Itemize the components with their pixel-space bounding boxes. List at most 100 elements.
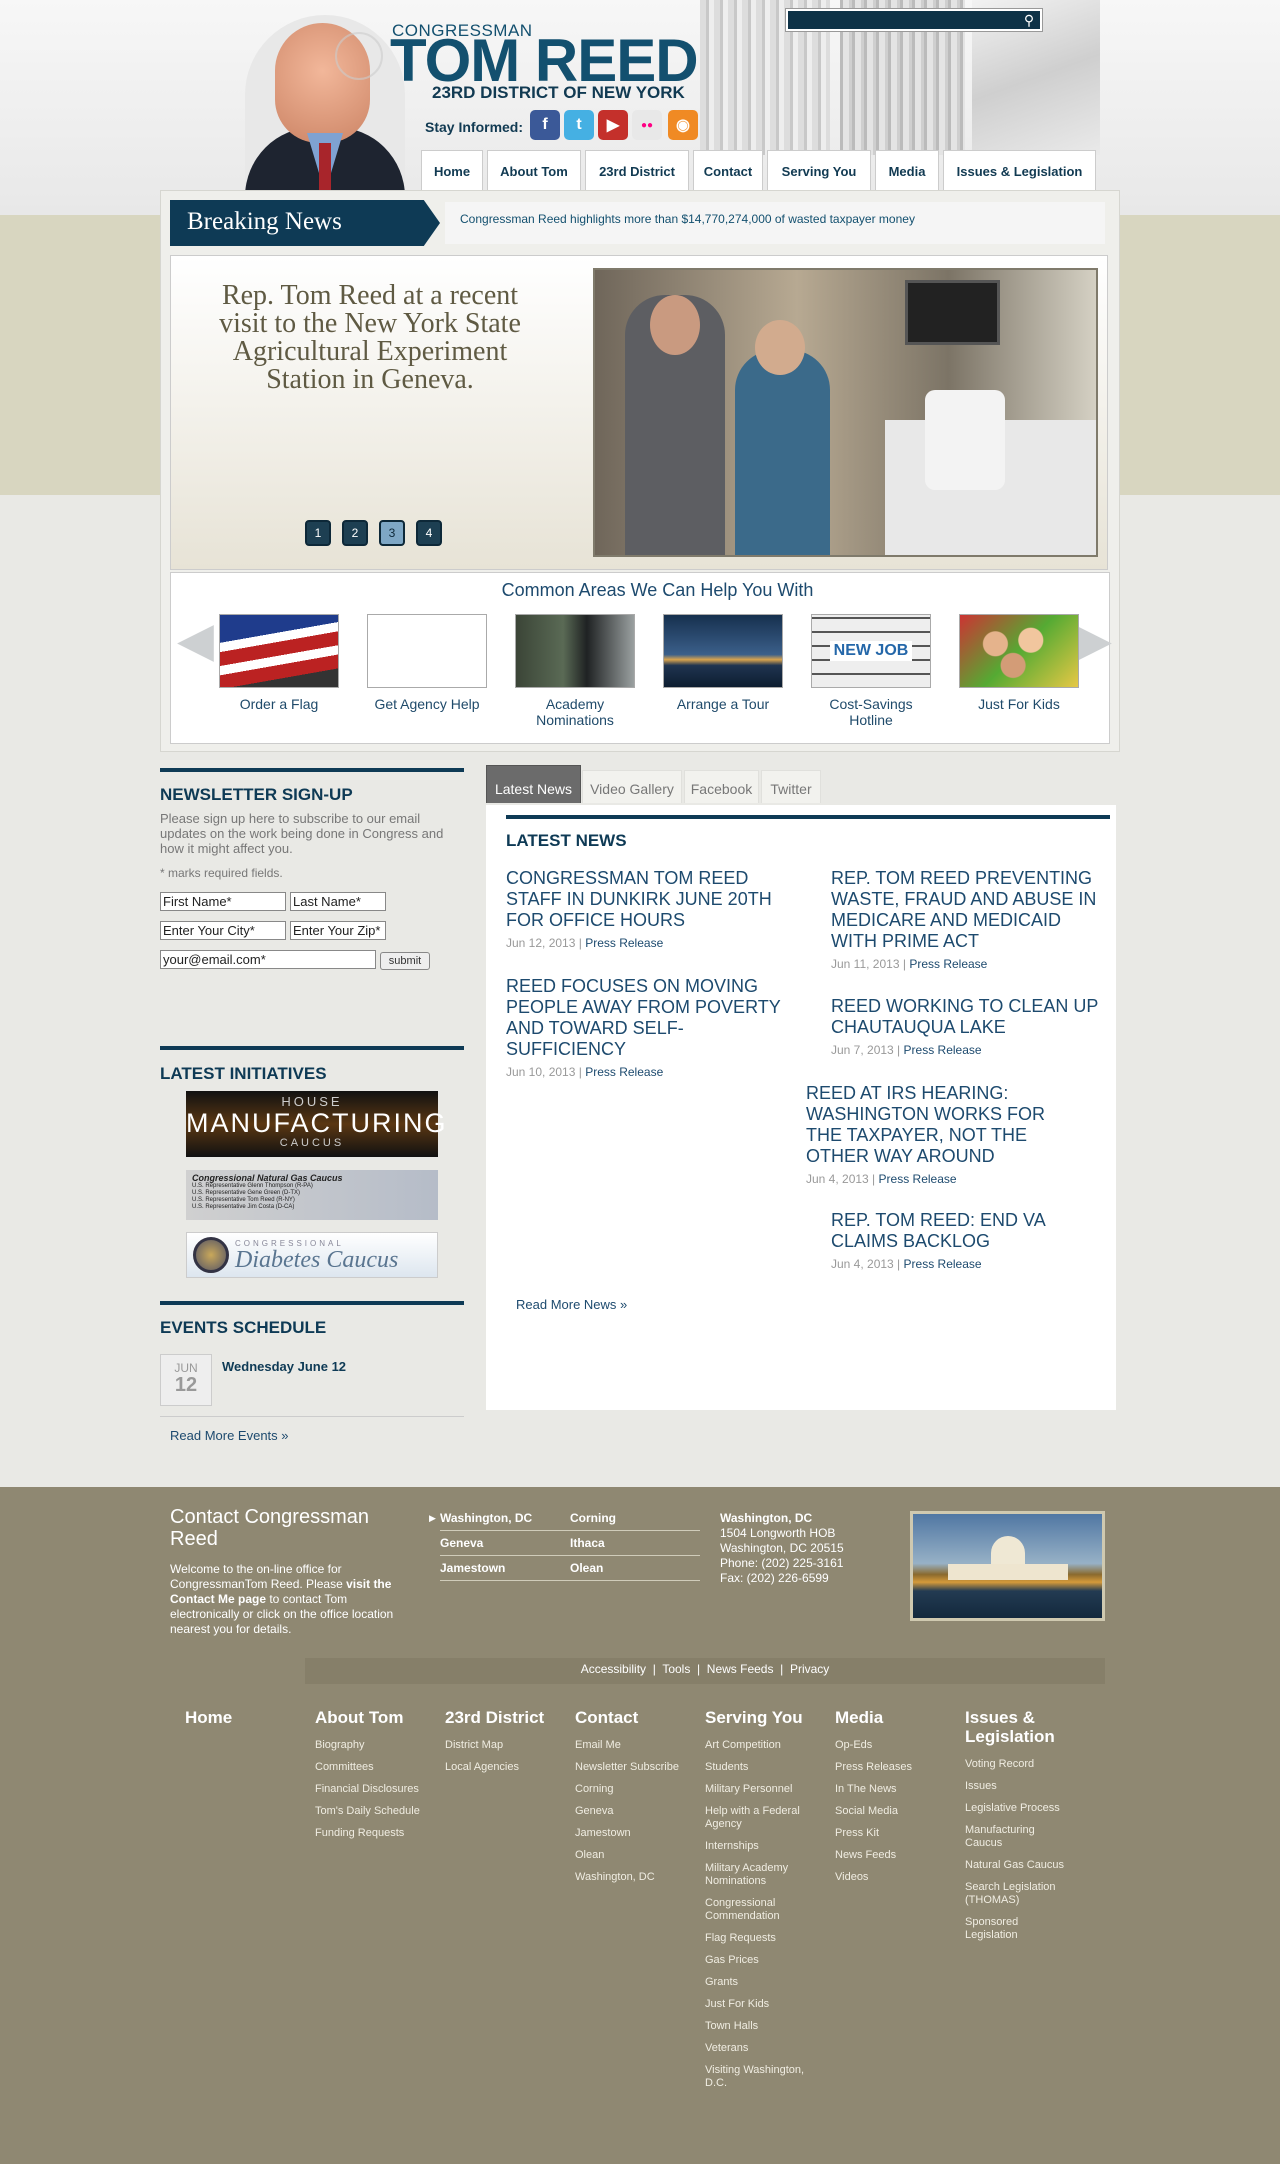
read-more-news-link[interactable]: Read More News » — [516, 1297, 627, 1312]
news-title-link[interactable]: CONGRESSMAN TOM REED STAFF IN DUNKIRK JU… — [506, 868, 794, 931]
nav-home[interactable]: Home — [421, 150, 483, 191]
footer-link[interactable]: Town Halls — [705, 2020, 810, 2033]
footer-link[interactable]: Newsletter Subscribe — [575, 1761, 680, 1774]
help-label-academy[interactable]: Academy Nominations — [520, 696, 630, 728]
rss-icon[interactable]: ◉ — [668, 110, 698, 140]
footer-link[interactable]: Washington, DC — [575, 1871, 680, 1884]
footer-link[interactable]: Gas Prices — [705, 1954, 810, 1967]
office-ithaca[interactable]: Ithaca — [570, 1536, 700, 1550]
accessibility-link[interactable]: Accessibility — [581, 1662, 646, 1676]
footer-column-heading[interactable]: Issues & Legislation — [965, 1708, 1085, 1746]
footer-link[interactable]: Social Media — [835, 1805, 940, 1818]
manufacturing-caucus-banner[interactable]: HOUSE MANUFACTURING CAUCUS — [186, 1091, 446, 1157]
tab-facebook[interactable]: Facebook — [684, 770, 759, 803]
help-label-hotline[interactable]: Cost-Savings Hotline — [816, 696, 926, 728]
nav-about-tom[interactable]: About Tom — [487, 150, 581, 191]
tools-link[interactable]: Tools — [662, 1662, 690, 1676]
category-link[interactable]: Press Release — [904, 1043, 982, 1057]
help-image-academy[interactable] — [515, 614, 635, 688]
privacy-link[interactable]: Privacy — [790, 1662, 829, 1676]
nav-media[interactable]: Media — [875, 150, 939, 191]
footer-link[interactable]: Corning — [575, 1783, 680, 1796]
nav-issues-legislation[interactable]: Issues & Legislation — [943, 150, 1096, 191]
footer-link[interactable]: Internships — [705, 1840, 810, 1853]
diabetes-caucus-banner[interactable]: CONGRESSIONAL Diabetes Caucus — [186, 1232, 438, 1278]
footer-link[interactable]: Voting Record — [965, 1758, 1070, 1771]
footer-column-heading[interactable]: Serving You — [705, 1708, 825, 1727]
footer-column-heading[interactable]: About Tom — [315, 1708, 435, 1727]
footer-link[interactable]: Sponsored Legislation — [965, 1916, 1070, 1942]
slide-photo-lab[interactable] — [593, 268, 1098, 557]
footer-column-heading[interactable]: Contact — [575, 1708, 695, 1727]
footer-link[interactable]: News Feeds — [835, 1849, 940, 1862]
youtube-icon[interactable]: ▶ — [598, 110, 628, 140]
office-olean[interactable]: Olean — [570, 1561, 700, 1575]
footer-link[interactable]: Just For Kids — [705, 1998, 810, 2011]
slide-page-4-button[interactable]: 4 — [416, 520, 442, 546]
twitter-icon[interactable]: t — [564, 110, 594, 140]
nav-serving-you[interactable]: Serving You — [767, 150, 871, 191]
read-more-events-link[interactable]: Read More Events » — [170, 1428, 289, 1443]
help-label-flag[interactable]: Order a Flag — [209, 696, 349, 712]
footer-link[interactable]: Biography — [315, 1739, 420, 1752]
footer-link[interactable]: Olean — [575, 1849, 680, 1862]
footer-link[interactable]: Art Competition — [705, 1739, 810, 1752]
footer-link[interactable]: Manufacturing Caucus — [965, 1824, 1070, 1850]
footer-link[interactable]: District Map — [445, 1739, 550, 1752]
last-name-field[interactable]: Last Name* — [290, 892, 386, 911]
footer-link[interactable]: Funding Requests — [315, 1827, 420, 1840]
category-link[interactable]: Press Release — [585, 1065, 663, 1079]
tab-video-gallery[interactable]: Video Gallery — [582, 770, 682, 803]
footer-link[interactable]: Issues — [965, 1780, 1070, 1793]
footer-link[interactable]: Grants — [705, 1976, 810, 1989]
slide-page-1-button[interactable]: 1 — [305, 520, 331, 546]
news-title-link[interactable]: REP. TOM REED PREVENTING WASTE, FRAUD AN… — [831, 868, 1106, 952]
news-title-link[interactable]: REED AT IRS HEARING: WASHINGTON WORKS FO… — [806, 1083, 1076, 1167]
footer-column-heading[interactable]: 23rd District — [445, 1708, 565, 1727]
footer-link[interactable]: Committees — [315, 1761, 420, 1774]
footer-link[interactable]: Veterans — [705, 2042, 810, 2055]
help-label-kids[interactable]: Just For Kids — [949, 696, 1089, 712]
search-input[interactable] — [786, 9, 1042, 31]
tab-latest-news[interactable]: Latest News — [486, 765, 581, 803]
tab-twitter[interactable]: Twitter — [761, 770, 821, 803]
office-geneva[interactable]: Geneva — [440, 1536, 570, 1550]
first-name-field[interactable]: First Name* — [160, 892, 286, 911]
footer-link[interactable]: Email Me — [575, 1739, 680, 1752]
footer-column-heading[interactable]: Media — [835, 1708, 955, 1727]
carousel-prev-icon[interactable]: ◀ — [177, 612, 214, 668]
slide-page-3-button[interactable]: 3 — [379, 520, 405, 546]
footer-link[interactable]: Military Academy Nominations — [705, 1862, 810, 1888]
news-feeds-link[interactable]: News Feeds — [707, 1662, 774, 1676]
footer-link[interactable]: Geneva — [575, 1805, 680, 1818]
help-image-capitol-building[interactable] — [367, 614, 487, 688]
footer-column-heading[interactable]: Home — [185, 1708, 305, 1727]
footer-link[interactable]: Press Kit — [835, 1827, 940, 1840]
office-jamestown[interactable]: Jamestown — [440, 1561, 570, 1575]
footer-link[interactable]: Students — [705, 1761, 810, 1774]
footer-link[interactable]: Legislative Process — [965, 1802, 1070, 1815]
help-label-tour[interactable]: Arrange a Tour — [653, 696, 793, 712]
facebook-icon[interactable]: f — [530, 110, 560, 140]
slide-page-2-button[interactable]: 2 — [342, 520, 368, 546]
news-title-link[interactable]: REED WORKING TO CLEAN UP CHAUTAUQUA LAKE — [831, 996, 1106, 1038]
footer-link[interactable]: Congressional Commendation — [705, 1897, 810, 1923]
submit-button[interactable]: submit — [380, 952, 430, 970]
footer-link[interactable]: Search Legislation (THOMAS) — [965, 1881, 1070, 1907]
carousel-next-icon[interactable]: ▶ — [1075, 612, 1112, 668]
category-link[interactable]: Press Release — [909, 957, 987, 971]
footer-link[interactable]: Natural Gas Caucus — [965, 1859, 1070, 1872]
footer-link[interactable]: Videos — [835, 1871, 940, 1884]
nav-contact[interactable]: Contact — [693, 150, 763, 191]
event-date-link[interactable]: Wednesday June 12 — [222, 1359, 346, 1374]
news-title-link[interactable]: REP. TOM REED: END VA CLAIMS BACKLOG — [831, 1210, 1071, 1252]
breaking-news-ticker[interactable]: Congressman Reed highlights more than $1… — [445, 202, 1105, 244]
help-image-capitol-dusk[interactable] — [663, 614, 783, 688]
footer-link[interactable]: Visiting Washington, D.C. — [705, 2064, 810, 2090]
category-link[interactable]: Press Release — [879, 1172, 957, 1186]
footer-link[interactable]: Flag Requests — [705, 1932, 810, 1945]
natural-gas-caucus-banner[interactable]: Congressional Natural Gas Caucus U.S. Re… — [186, 1170, 438, 1220]
category-link[interactable]: Press Release — [904, 1257, 982, 1271]
footer-link[interactable]: Jamestown — [575, 1827, 680, 1840]
city-field[interactable]: Enter Your City* — [160, 921, 286, 940]
